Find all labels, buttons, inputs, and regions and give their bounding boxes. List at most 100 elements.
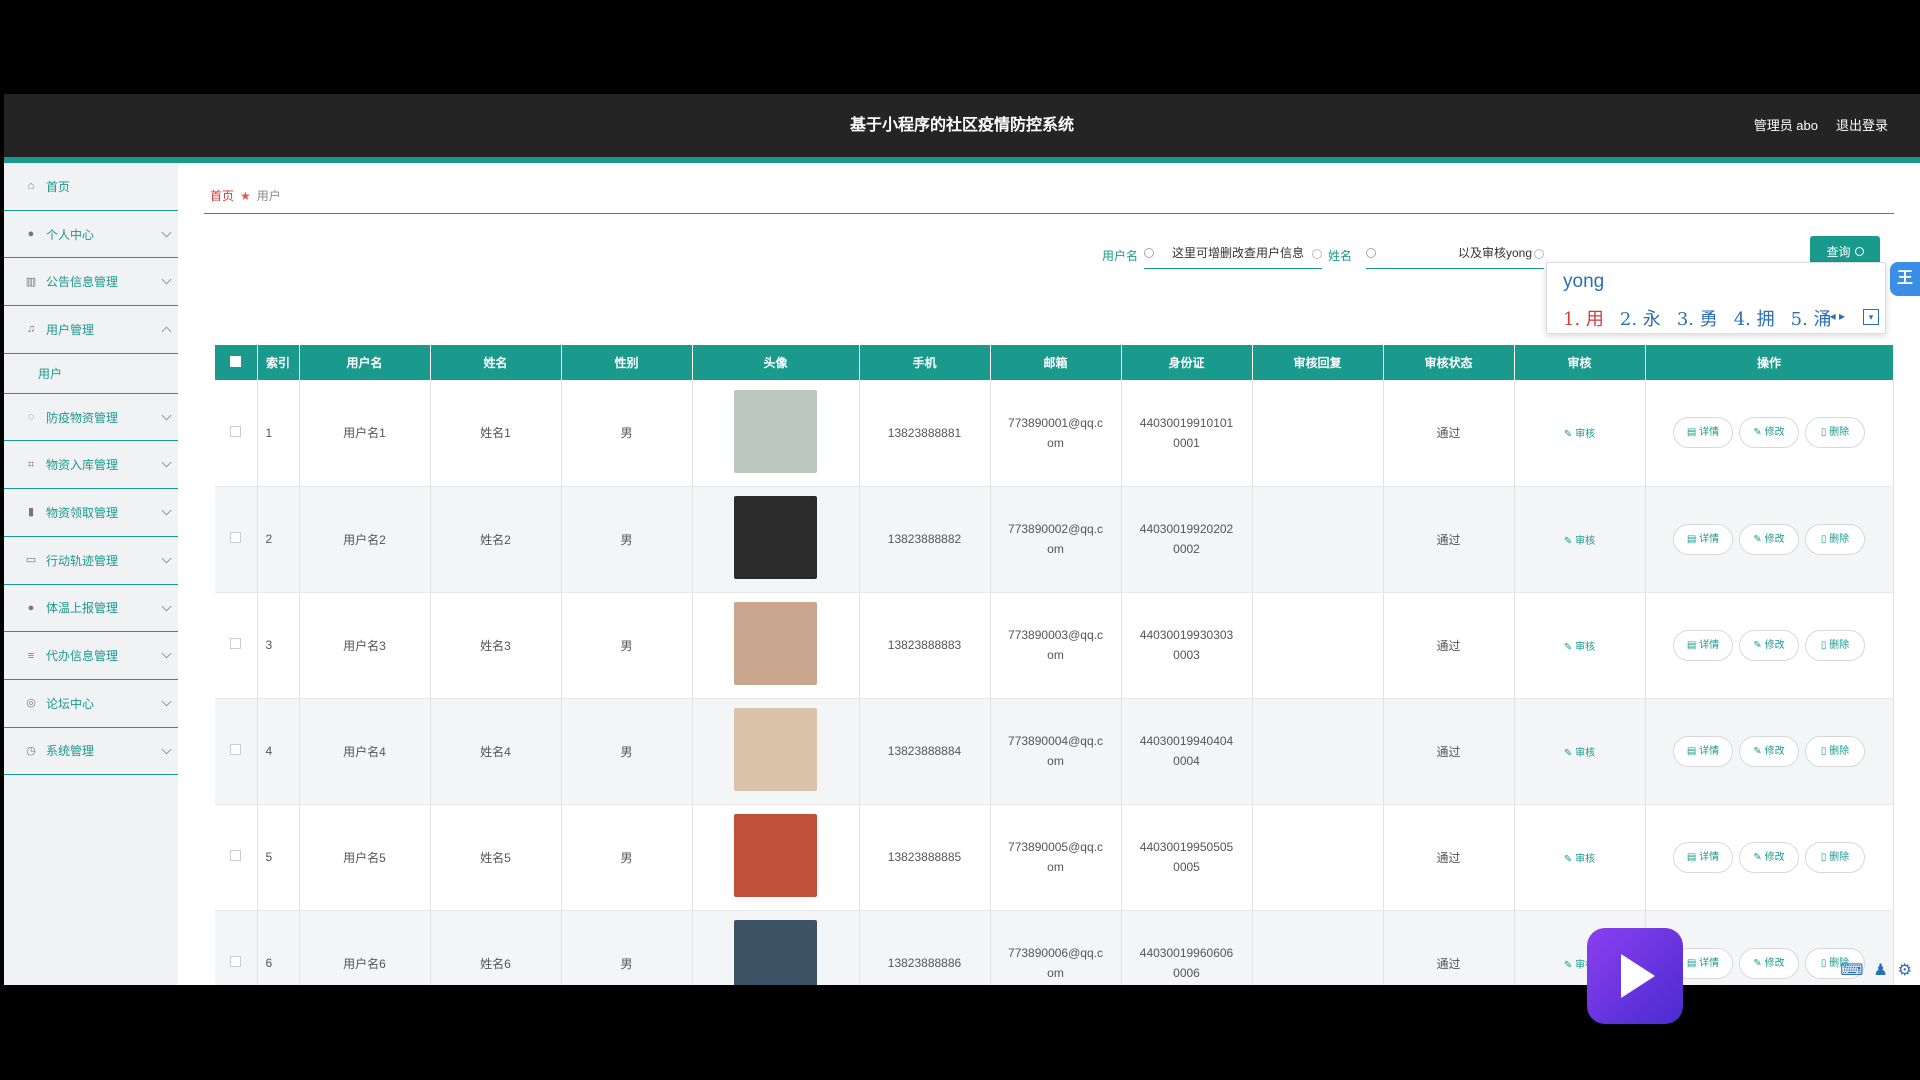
edit-button[interactable]: ✎ 修改: [1739, 629, 1799, 661]
sidebar-item-10[interactable]: ◎ 论坛中心: [4, 680, 178, 728]
edit-button[interactable]: ✎ 修改: [1739, 523, 1799, 555]
sidebar-item-2[interactable]: ▥ 公告信息管理: [4, 258, 178, 307]
delete-label: 删除: [1829, 745, 1850, 757]
column-header: 审核状态: [1383, 345, 1515, 380]
clear-icon[interactable]: [1312, 249, 1322, 259]
detail-button[interactable]: ▤ 详情: [1673, 841, 1733, 873]
cell-audit-reply: [1252, 910, 1384, 985]
ime-candidate[interactable]: 5. 涌: [1791, 309, 1832, 330]
column-header: 手机: [859, 345, 991, 380]
detail-button[interactable]: ▤ 详情: [1673, 523, 1733, 555]
cell-id-card: 440300199404040004: [1121, 698, 1253, 805]
delete-button[interactable]: ▯ 删除: [1805, 417, 1865, 449]
edit-button[interactable]: ✎ 修改: [1739, 417, 1799, 449]
chevron-down-icon: [161, 744, 172, 755]
row-checkbox[interactable]: [230, 638, 242, 649]
ime-candidate[interactable]: 4. 拥: [1734, 309, 1775, 330]
name-search-input[interactable]: 以及审核yong: [1366, 237, 1544, 269]
trash-icon: ▯: [1820, 533, 1830, 545]
tray-settings-icon[interactable]: ⚙: [1898, 960, 1912, 980]
row-checkbox[interactable]: [230, 956, 242, 967]
username-search-input[interactable]: 这里可增删改查用户信息: [1144, 237, 1322, 269]
cell-avatar: [692, 910, 860, 985]
detail-button[interactable]: ▤ 详情: [1673, 735, 1733, 767]
email-text: 773890002@qq.com: [1008, 522, 1103, 556]
ime-pager-icon[interactable]: ◂ ▸: [1830, 309, 1845, 323]
delete-button[interactable]: ▯ 删除: [1805, 735, 1865, 767]
cell-gender: 男: [561, 698, 693, 805]
cell-audit-reply: [1252, 486, 1384, 593]
sidebar-subitem-user[interactable]: 用户: [4, 354, 178, 394]
sidebar-item-0[interactable]: ⌂ 首页: [4, 163, 178, 211]
cell-audit-status: 通过: [1383, 804, 1515, 911]
ime-candidate[interactable]: 3. 勇: [1677, 309, 1718, 330]
select-all-checkbox[interactable]: [215, 345, 258, 380]
cell-id-card: 440300199101010001: [1121, 380, 1253, 487]
sidebar-item-9[interactable]: ≡ 代办信息管理: [4, 632, 178, 680]
detail-button[interactable]: ▤ 详情: [1673, 629, 1733, 661]
ime-candidate[interactable]: 2. 永: [1620, 309, 1661, 330]
trash-icon: ▯: [1820, 639, 1830, 651]
audit-link[interactable]: ✎ 审核: [1564, 748, 1595, 759]
doc-icon: ▤: [1686, 533, 1700, 545]
tray-input-icon[interactable]: ⌨: [1840, 960, 1863, 980]
clear-icon[interactable]: [1534, 249, 1544, 259]
logout-link[interactable]: 退出登录: [1836, 94, 1888, 157]
delete-button[interactable]: ▯ 删除: [1805, 841, 1865, 873]
play-icon: [1621, 954, 1655, 998]
checkbox-icon[interactable]: [230, 355, 242, 367]
admin-user-label[interactable]: 管理员 abo: [1754, 94, 1818, 157]
edit-button[interactable]: ✎ 修改: [1739, 841, 1799, 873]
id-card-text: 440300199404040004: [1139, 734, 1234, 768]
detail-button[interactable]: ▤ 详情: [1673, 417, 1733, 449]
delete-button[interactable]: ▯ 删除: [1805, 629, 1865, 661]
ime-status-tab[interactable]: 王: [1890, 262, 1920, 296]
row-checkbox-cell: [215, 910, 258, 985]
sidebar-item-4[interactable]: ◌ 防疫物资管理: [4, 394, 178, 442]
sidebar-item-label: 物资入库管理: [46, 458, 119, 473]
row-checkbox[interactable]: [230, 744, 242, 755]
sidebar-item-1[interactable]: ● 个人中心: [4, 211, 178, 259]
sidebar-item-6[interactable]: ▮ 物资领取管理: [4, 489, 178, 537]
chevron-down-icon: [161, 457, 172, 468]
search-icon: [1854, 246, 1864, 256]
audit-link[interactable]: ✎ 审核: [1564, 854, 1595, 865]
cell-name: 姓名5: [430, 804, 562, 911]
cell-audit: ✎ 审核: [1514, 804, 1646, 911]
audit-link[interactable]: ✎ 审核: [1564, 642, 1595, 653]
person-icon: ●: [27, 228, 35, 241]
audit-label: 审核: [1575, 535, 1596, 547]
table-header-row: 索引 用户名 姓名 性别 头像 手机 邮箱 身份证 审核回复 审核状态 审核 操作: [215, 345, 1894, 380]
sidebar-item-11[interactable]: ◷ 系统管理: [4, 728, 178, 776]
audit-label: 审核: [1575, 641, 1596, 653]
ime-expand-icon[interactable]: ▾: [1863, 309, 1879, 325]
breadcrumb-home[interactable]: 首页: [210, 189, 234, 203]
row-checkbox-cell: [215, 592, 258, 699]
cell-audit-reply: [1252, 592, 1384, 699]
chevron-up-icon: [161, 326, 172, 337]
audit-link[interactable]: ✎ 审核: [1564, 429, 1595, 440]
sidebar-item-5[interactable]: ⌗ 物资入库管理: [4, 441, 178, 490]
ime-candidate-popup: yong 1. 用 2. 永 3. 勇 4. 拥 5. 涌 ◂ ▸ ▾: [1546, 262, 1886, 334]
ime-candidate[interactable]: 1. 用: [1563, 309, 1604, 330]
edit-label: 修改: [1764, 745, 1785, 757]
audit-link[interactable]: ✎ 审核: [1564, 536, 1595, 547]
sidebar-item-8[interactable]: ● 体温上报管理: [4, 585, 178, 633]
tray-shirt-icon[interactable]: ♟: [1873, 960, 1887, 980]
cell-username: 用户名6: [299, 910, 431, 985]
avatar: [734, 389, 817, 473]
avatar: [734, 920, 817, 985]
edit-button[interactable]: ✎ 修改: [1739, 735, 1799, 767]
cell-index: 2: [257, 486, 300, 593]
row-checkbox[interactable]: [230, 425, 242, 437]
delete-button[interactable]: ▯ 删除: [1805, 523, 1865, 555]
row-checkbox[interactable]: [230, 850, 242, 861]
pencil-icon: ✎: [1753, 745, 1765, 757]
row-checkbox[interactable]: [230, 532, 242, 543]
cell-avatar: [692, 592, 860, 699]
cell-audit: ✎ 审核: [1514, 486, 1646, 593]
sidebar-item-3[interactable]: ♫ 用户管理: [4, 306, 178, 354]
sidebar-item-7[interactable]: ▭ 行动轨迹管理: [4, 537, 178, 585]
detail-label: 详情: [1699, 851, 1720, 863]
id-card-text: 440300199303030003: [1139, 628, 1234, 662]
